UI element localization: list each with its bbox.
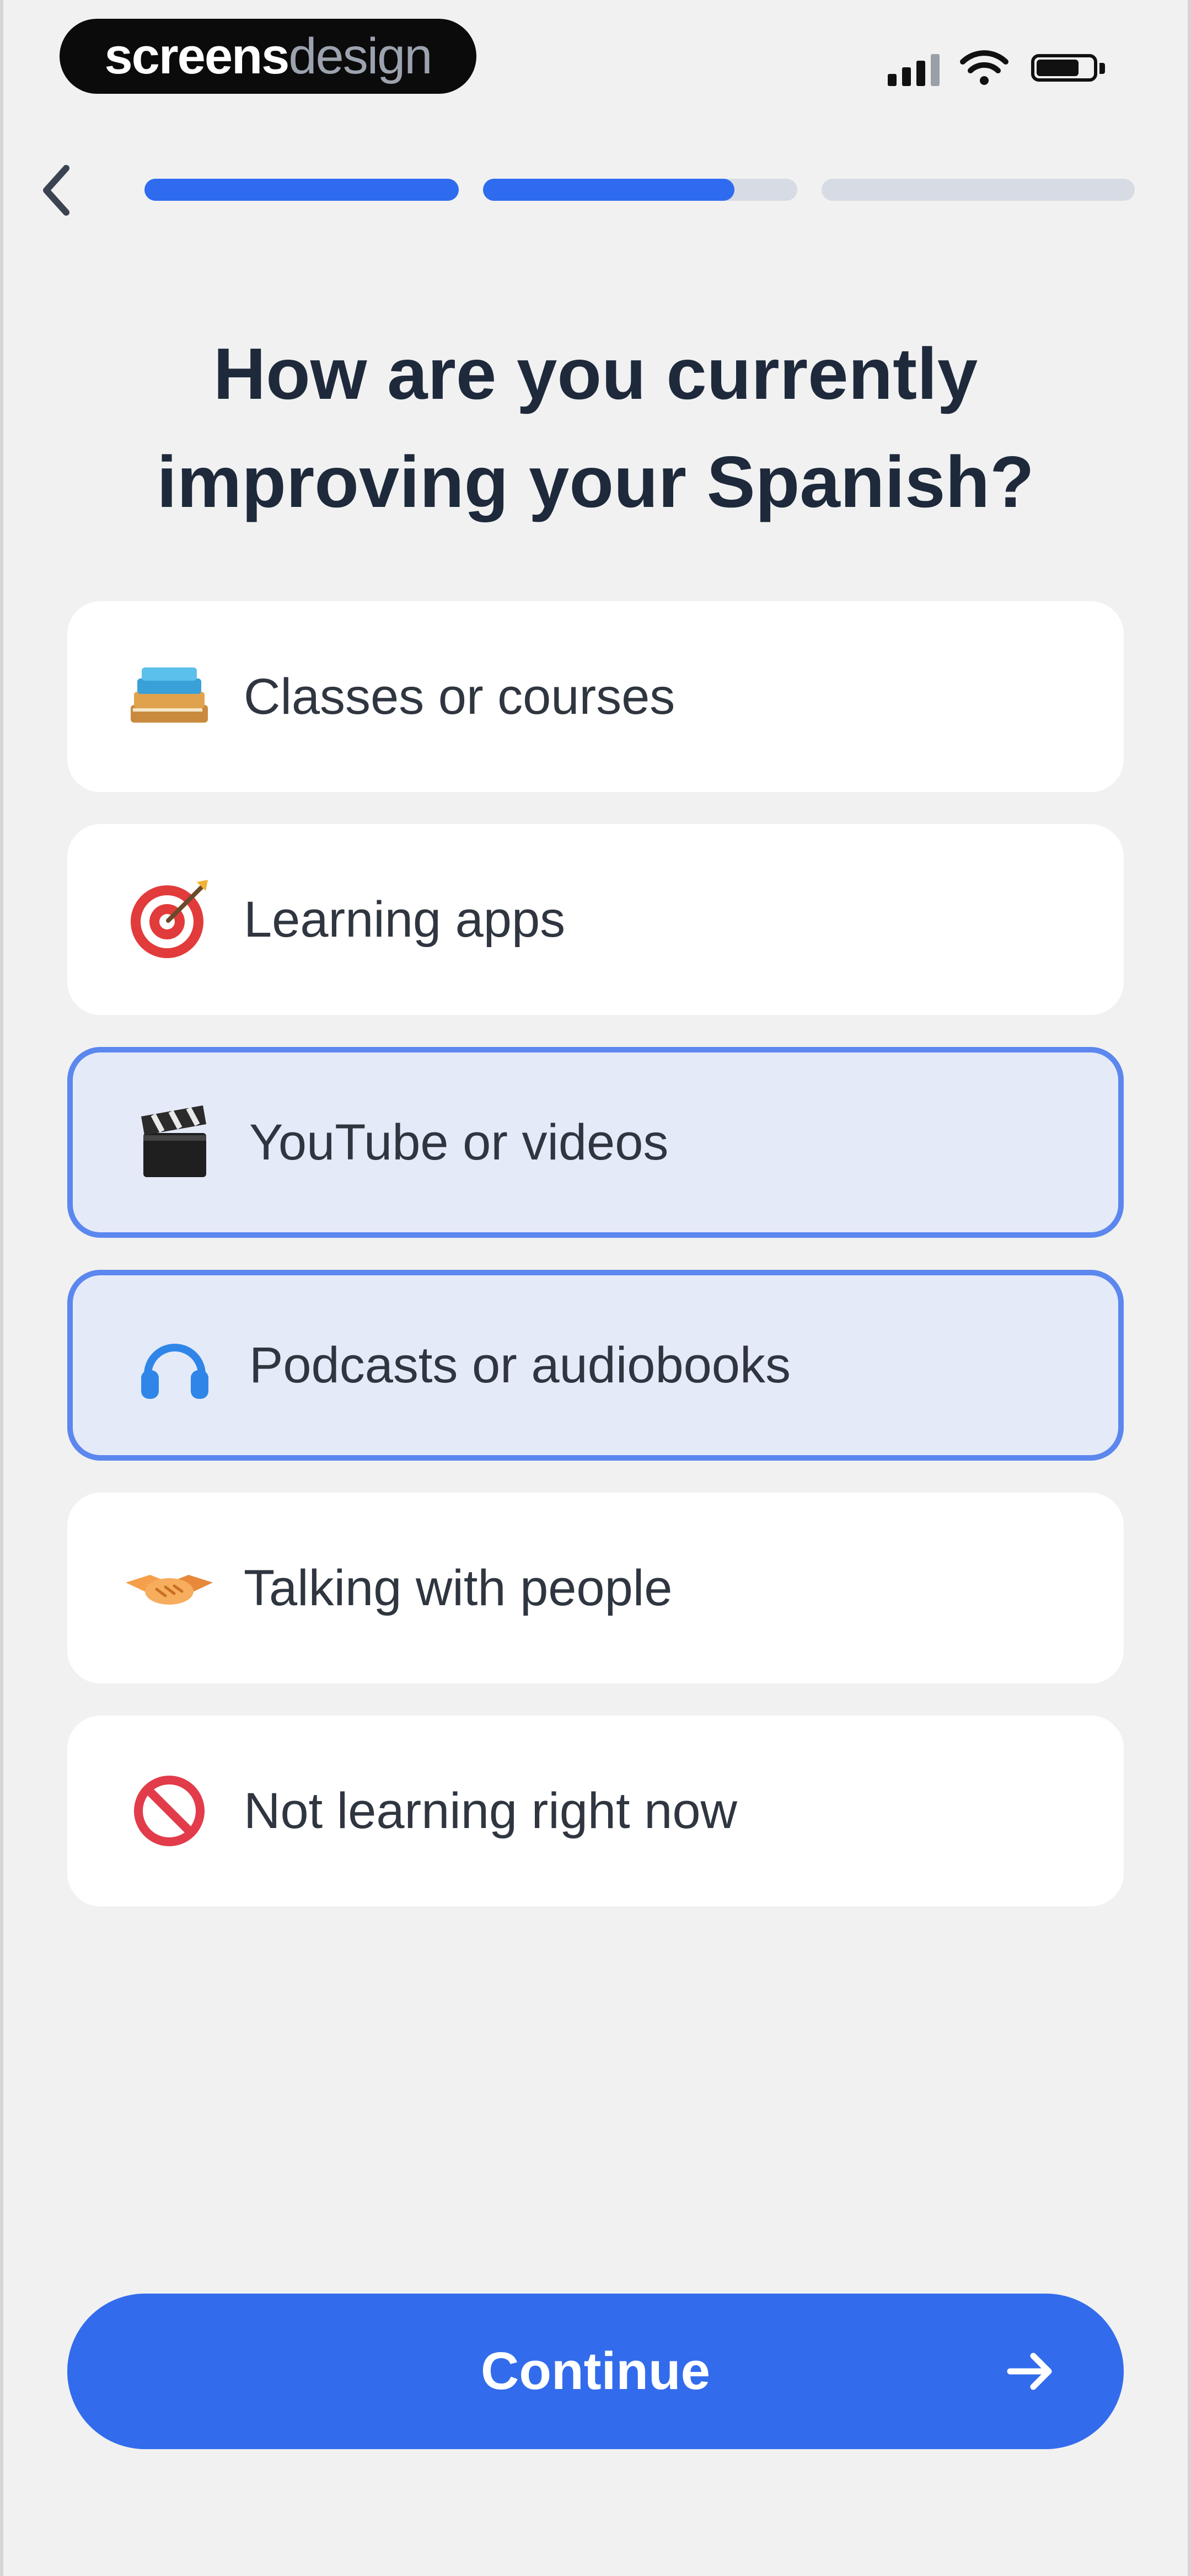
progress-bar (144, 179, 1135, 201)
device-frame-right (1188, 0, 1191, 2576)
brand-text-part2: design (288, 28, 432, 84)
brand-watermark: screens design (60, 19, 476, 94)
continue-button[interactable]: Continue (67, 2294, 1124, 2449)
device-frame-left (0, 0, 3, 2576)
question-line-2: improving your Spanish? (157, 441, 1034, 522)
handshake-icon (122, 1541, 216, 1635)
option-label: YouTube or videos (249, 1114, 669, 1171)
continue-label: Continue (481, 2342, 710, 2401)
option-label: Podcasts or audiobooks (249, 1337, 791, 1393)
option-youtube-or-videos[interactable]: YouTube or videos (67, 1047, 1124, 1238)
option-not-learning-right-now[interactable]: Not learning right now (67, 1715, 1124, 1906)
books-icon (122, 650, 216, 744)
progress-segment-1 (144, 179, 459, 201)
option-learning-apps[interactable]: Learning apps (67, 824, 1124, 1015)
clapperboard-icon (128, 1095, 222, 1189)
prohibited-icon (122, 1764, 216, 1858)
question-title: How are you currently improving your Spa… (99, 320, 1092, 536)
status-bar (888, 47, 1119, 86)
option-label: Not learning right now (244, 1782, 737, 1839)
option-label: Learning apps (244, 891, 566, 948)
option-talking-with-people[interactable]: Talking with people (67, 1493, 1124, 1684)
brand-text-part1: screens (104, 28, 290, 84)
chevron-left-icon (43, 165, 69, 216)
onboarding-screen: screens design How are you currently impr… (0, 0, 1191, 2576)
back-button[interactable] (32, 160, 82, 221)
option-classes-or-courses[interactable]: Classes or courses (67, 601, 1124, 792)
question-line-1: How are you currently (213, 333, 978, 414)
wifi-icon (960, 50, 1008, 85)
headphones-icon (128, 1318, 222, 1412)
battery-cap (1099, 63, 1105, 74)
option-label: Talking with people (244, 1559, 673, 1616)
option-podcasts-or-audiobooks[interactable]: Podcasts or audiobooks (67, 1270, 1124, 1461)
arrow-right-icon (1007, 2353, 1052, 2390)
target-icon (122, 873, 216, 966)
option-label: Classes or courses (244, 668, 675, 725)
battery-icon (1031, 54, 1097, 82)
progress-segment-2 (483, 179, 797, 201)
progress-segment-3 (822, 179, 1135, 201)
